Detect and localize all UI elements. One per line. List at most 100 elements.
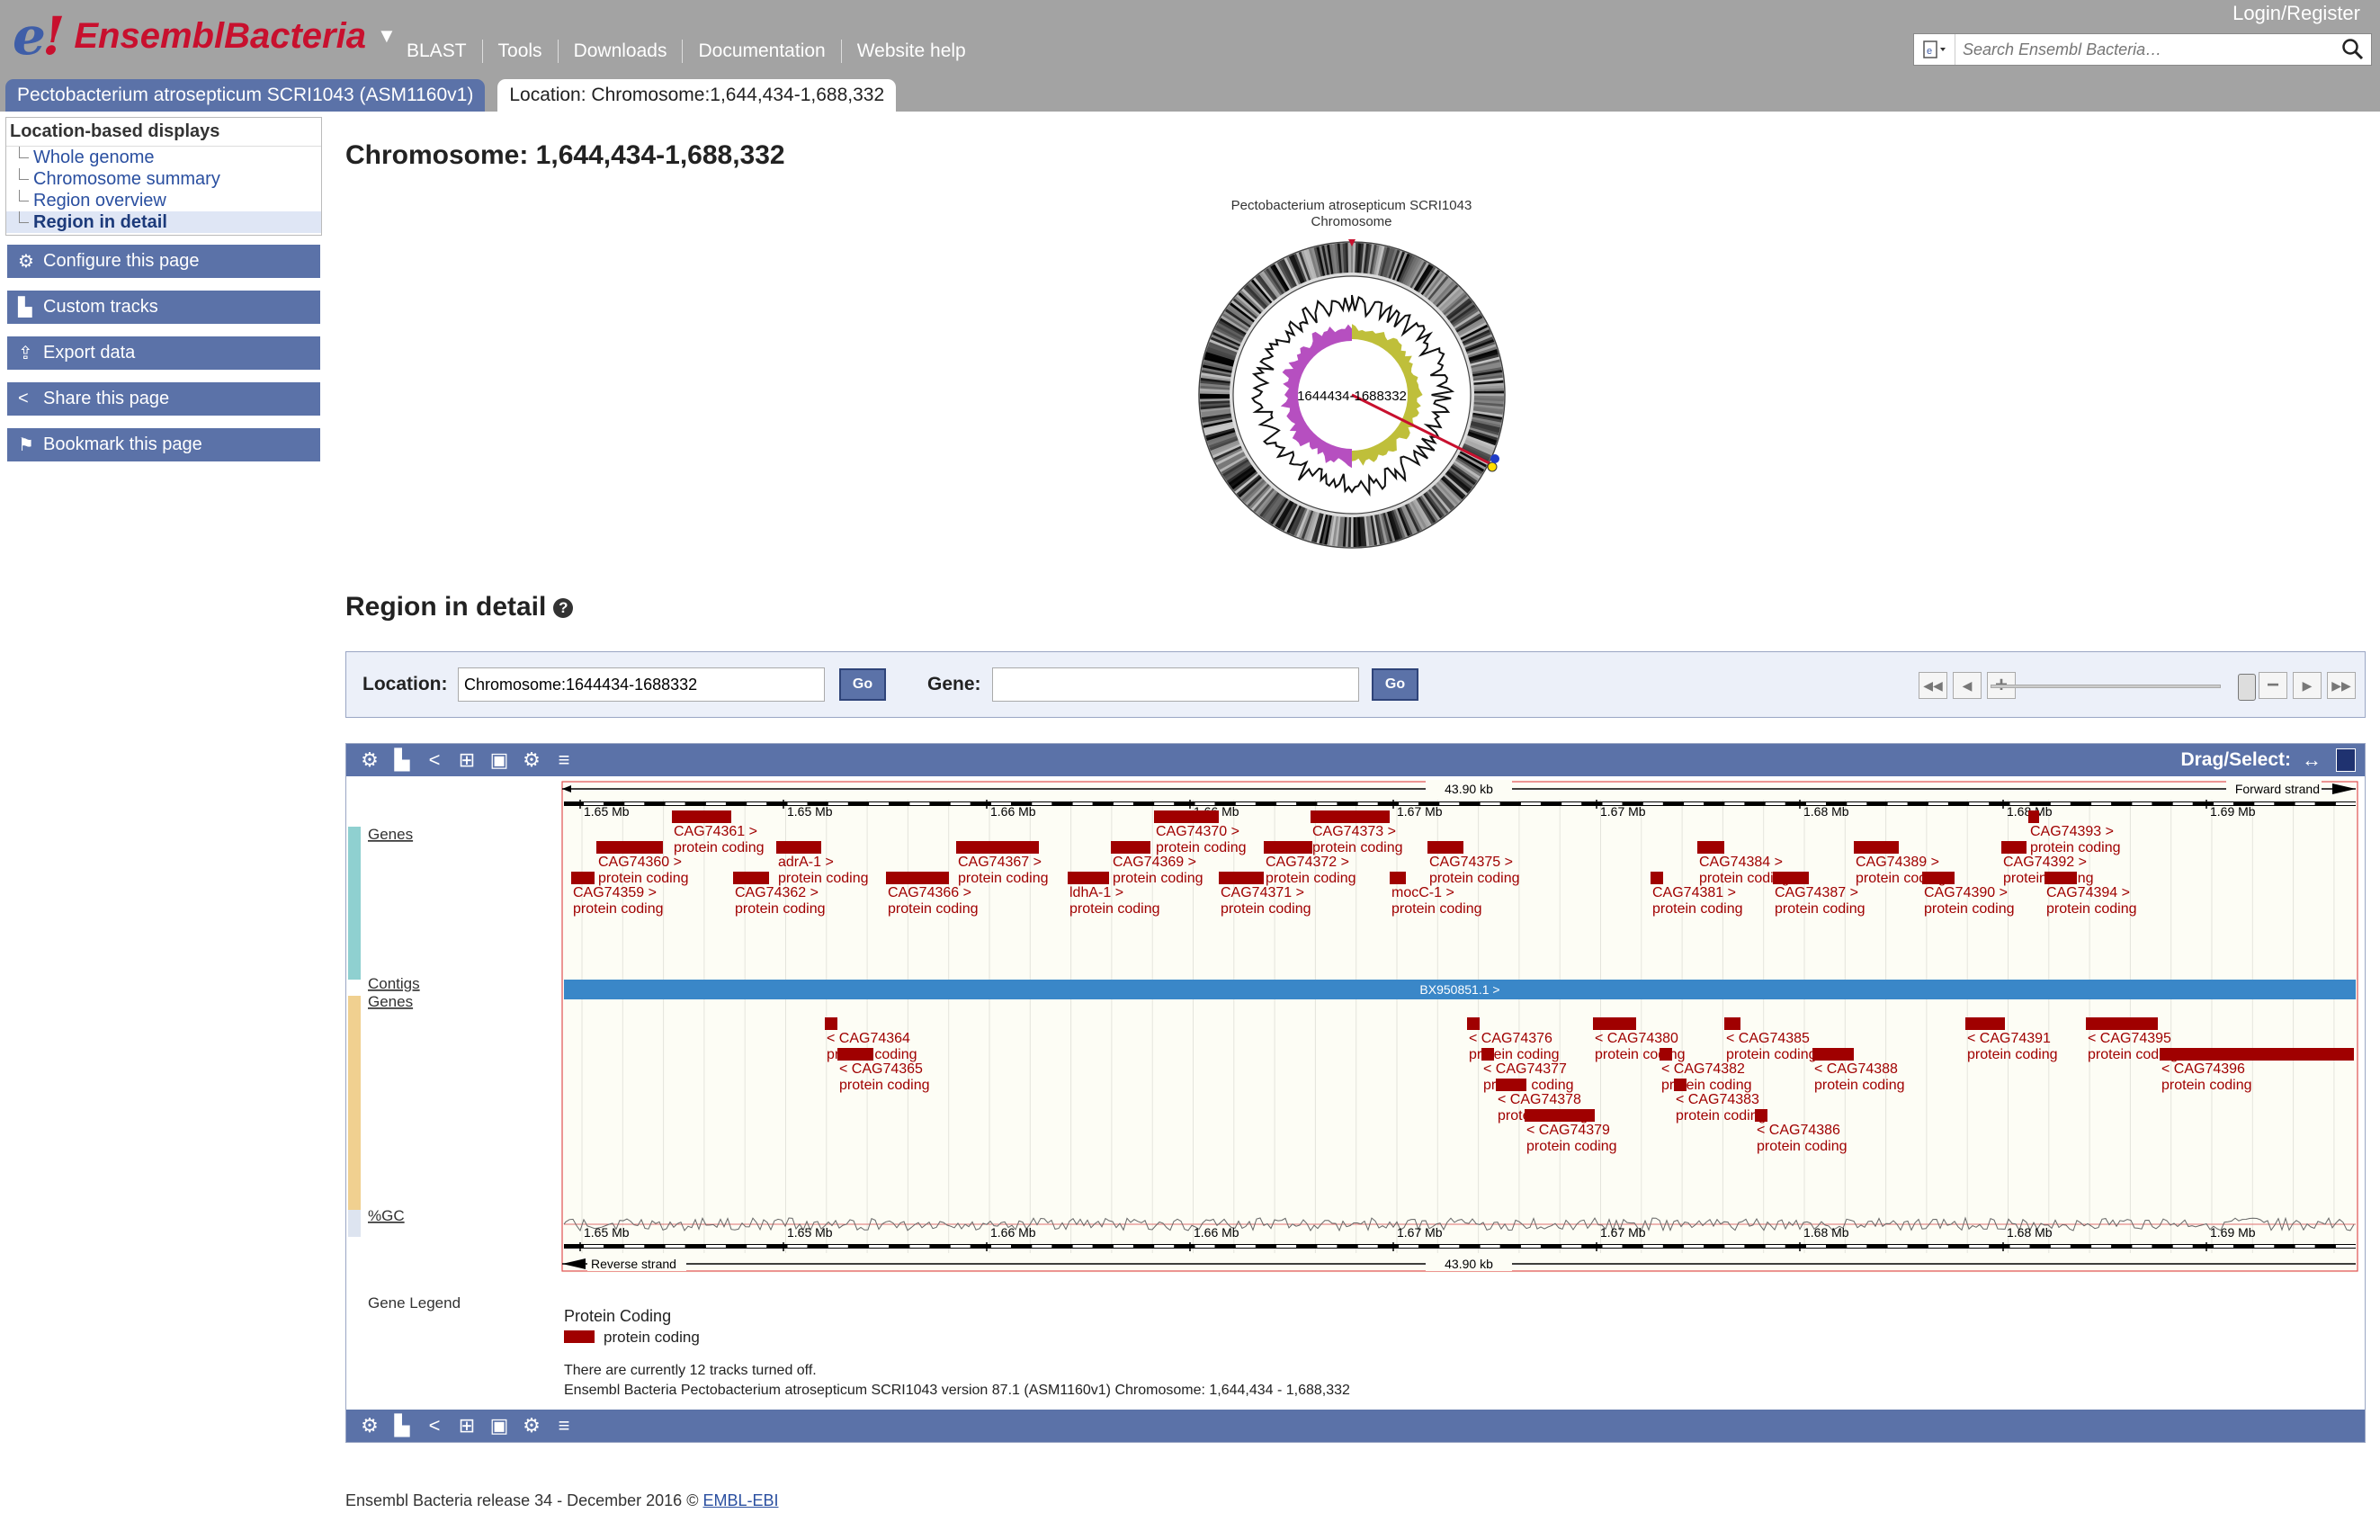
- bookmark-page-button[interactable]: ⚑ Bookmark this page: [7, 428, 320, 461]
- svg-text:e: e: [1927, 46, 1932, 57]
- export-image-icon[interactable]: ▣: [483, 748, 515, 772]
- reverse-gene-biotype: protein coding: [1726, 1047, 1817, 1062]
- gene-legend-label: Gene Legend: [368, 1294, 461, 1312]
- ruler-segment: [909, 802, 930, 805]
- ruler-tick-label: 1.68 Mb: [1803, 1225, 1849, 1240]
- nav-documentation[interactable]: Documentation: [682, 40, 840, 63]
- gene-input[interactable]: [992, 667, 1359, 702]
- login-register-link[interactable]: Login/Register: [2232, 2, 2360, 25]
- location-go-button[interactable]: Go: [839, 668, 886, 701]
- ideogram-feature-tick: [1347, 516, 1352, 548]
- sidebar-item-chromosome-summary[interactable]: Chromosome summary: [6, 168, 321, 190]
- ruler-segment: [1928, 802, 1948, 805]
- zoom-slider-handle[interactable]: [2238, 674, 2256, 701]
- ruler-segment: [1684, 1245, 1704, 1248]
- resize-image-icon[interactable]: ⊞: [451, 748, 483, 772]
- track-label-contigs[interactable]: Contigs: [368, 975, 420, 992]
- ruler-segment: [2132, 802, 2152, 805]
- ruler-segment: [950, 1245, 971, 1248]
- share-page-label: Share this page: [43, 389, 170, 408]
- location-input[interactable]: [458, 667, 825, 702]
- bottom-scale-label: 43.90 kb: [1445, 1257, 1493, 1271]
- bookmark-page-label: Bookmark this page: [43, 434, 202, 454]
- ideogram-center-label: 1644434-1688332: [1297, 389, 1407, 404]
- genes-reverse-track-handle[interactable]: [348, 996, 361, 1210]
- logo-bang: !: [41, 5, 66, 67]
- reverse-gene-bar: [2160, 1048, 2354, 1061]
- reverse-gene-label: < CAG74395: [2088, 1031, 2171, 1046]
- sidebar-item-whole-genome[interactable]: Whole genome: [6, 147, 321, 168]
- scroll-far-right-button[interactable]: ▶▶: [2327, 672, 2356, 699]
- ruler-segment: [1765, 802, 1785, 805]
- zoom-out-button[interactable]: −: [2259, 672, 2287, 699]
- forward-gene-biotype: protein coding: [1156, 840, 1247, 855]
- circular-chromosome-ideogram[interactable]: 1644434-1688332: [1193, 236, 1511, 554]
- tab-location[interactable]: Location: Chromosome:1,644,434-1,688,332: [497, 79, 897, 112]
- reverse-gene-bar: [1481, 1048, 1494, 1061]
- nav-downloads[interactable]: Downloads: [557, 40, 683, 63]
- image-toolbar-bottom: ⚙ ▙ < ⊞ ▣ ⚙ ≡: [346, 1410, 2365, 1442]
- custom-tracks-icon[interactable]: ▙: [386, 748, 418, 772]
- custom-tracks-button[interactable]: ▙ Custom tracks: [7, 291, 320, 324]
- ruler-tick-label: 1.69 Mb: [2210, 804, 2256, 819]
- ideogram-feature-tick: [1199, 395, 1230, 399]
- drag-mode-icon[interactable]: ↔: [2302, 748, 2322, 772]
- track-order-icon[interactable]: ≡: [548, 748, 580, 772]
- search-input[interactable]: [1955, 35, 2335, 64]
- export-image-icon[interactable]: ▣: [483, 1414, 515, 1437]
- select-mode-icon[interactable]: [2336, 748, 2356, 772]
- ruler-segment: [2335, 802, 2356, 805]
- genome-tracks-image[interactable]: Genes Contigs Genes %GC 43.90 kb Forward…: [346, 776, 2365, 1280]
- zoom-slider-track[interactable]: [1991, 685, 2221, 688]
- forward-gene-bar: [571, 872, 595, 884]
- scroll-left-button[interactable]: ◀: [1953, 672, 1982, 699]
- help-icon[interactable]: ?: [553, 598, 574, 618]
- ruler-segment: [869, 1245, 890, 1248]
- reset-tracks-icon[interactable]: ⚙: [515, 748, 548, 772]
- forward-gene-bar: [672, 810, 731, 823]
- resize-image-icon[interactable]: ⊞: [451, 1414, 483, 1437]
- ideogram-feature-tick: [1355, 516, 1359, 547]
- logo-text: EnsemblBacteria: [74, 15, 366, 56]
- embl-ebi-link[interactable]: EMBL-EBI: [702, 1491, 778, 1509]
- track-label-genes-reverse[interactable]: Genes: [368, 993, 413, 1010]
- ensembl-bacteria-logo[interactable]: e ! EnsemblBacteria ▼: [13, 9, 397, 63]
- genes-forward-track-handle[interactable]: [348, 827, 361, 980]
- reset-tracks-icon[interactable]: ⚙: [515, 1414, 548, 1437]
- nav-website-help[interactable]: Website help: [840, 40, 981, 63]
- configure-tracks-icon[interactable]: ⚙: [353, 748, 386, 772]
- sidebar-item-region-overview[interactable]: Region overview: [6, 190, 321, 211]
- configure-page-button[interactable]: ⚙ Configure this page: [7, 245, 320, 278]
- share-page-button[interactable]: < Share this page: [7, 382, 320, 416]
- ideogram-feature-tick: [1473, 388, 1504, 392]
- scroll-far-left-button[interactable]: ◀◀: [1919, 672, 1947, 699]
- ruler-segment: [1317, 1245, 1338, 1248]
- ideogram-chromosome: Chromosome: [1311, 214, 1392, 229]
- ideogram-feature-tick: [1473, 385, 1504, 390]
- search-scope-dropdown[interactable]: e: [1914, 34, 1955, 65]
- share-image-icon[interactable]: <: [418, 1414, 451, 1437]
- track-label-gc[interactable]: %GC: [368, 1207, 405, 1224]
- forward-gene-biotype: protein coding: [1391, 901, 1482, 917]
- configure-tracks-icon[interactable]: ⚙: [353, 1414, 386, 1437]
- ideogram-species: Pectobacterium atrosepticum SCRI1043: [1230, 198, 1472, 213]
- track-order-icon[interactable]: ≡: [548, 1414, 580, 1437]
- forward-strand-label: Forward strand: [2235, 782, 2320, 796]
- forward-gene-label: CAG74387 >: [1775, 885, 1858, 900]
- search-icon[interactable]: [2335, 34, 2371, 65]
- export-data-button[interactable]: ⇪ Export data: [7, 336, 320, 370]
- ideogram-feature-tick: [1473, 390, 1505, 395]
- track-label-genes-forward[interactable]: Genes: [368, 826, 413, 843]
- ruler-tick-label: 1.69 Mb: [2210, 1225, 2256, 1240]
- share-image-icon[interactable]: <: [418, 748, 451, 772]
- nav-tools[interactable]: Tools: [481, 40, 558, 63]
- ruler-segment: [1072, 1245, 1093, 1248]
- scroll-right-button[interactable]: ▶: [2293, 672, 2322, 699]
- ideogram-feature-tick: [1200, 388, 1230, 392]
- gene-go-button[interactable]: Go: [1372, 668, 1418, 701]
- sidebar-item-region-in-detail[interactable]: Region in detail: [6, 211, 321, 233]
- gc-track-handle[interactable]: [348, 1210, 361, 1237]
- tab-species[interactable]: Pectobacterium atrosepticum SCRI1043 (AS…: [5, 79, 486, 112]
- nav-blast[interactable]: BLAST: [391, 40, 482, 63]
- custom-tracks-icon[interactable]: ▙: [386, 1414, 418, 1437]
